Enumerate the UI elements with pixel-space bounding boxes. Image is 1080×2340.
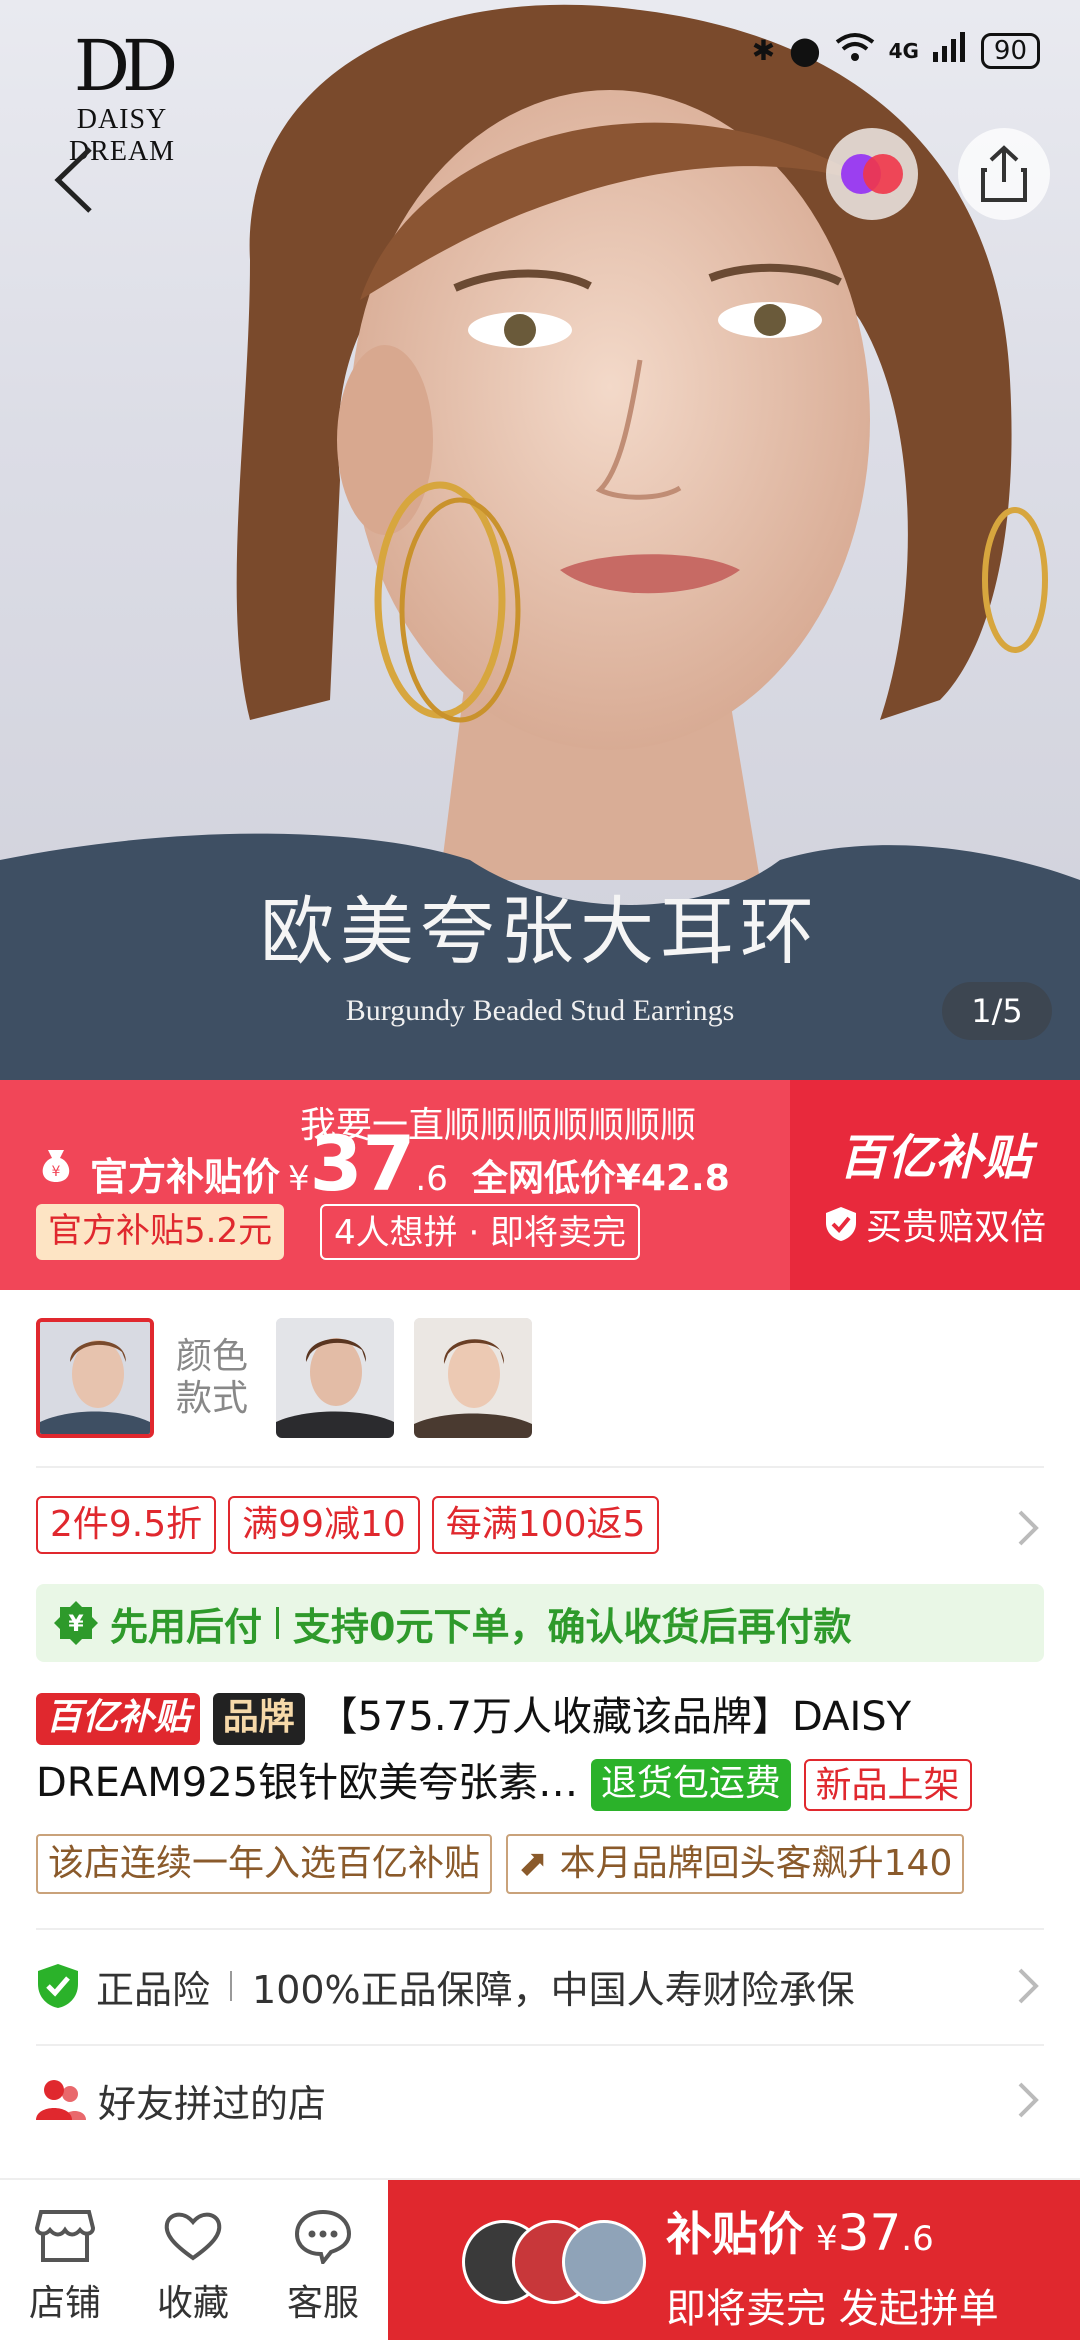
price-banner: 我要一直顺顺顺顺顺顺顺 ¥ 官方补贴价 ¥ 37 .6 全网低价¥42.8 官方…	[0, 1080, 1080, 1290]
share-button[interactable]	[958, 128, 1050, 220]
badge-yen-icon: ¥	[54, 1601, 98, 1645]
subsidy-amount-tag: 官方补贴5.2元	[36, 1204, 285, 1260]
share-icon	[981, 145, 1027, 202]
brand-logo: DD DAISY DREAM	[22, 25, 222, 167]
variant-thumb-3[interactable]	[414, 1318, 532, 1438]
overlap-circles-icon	[841, 154, 903, 194]
compare-price: 全网低价¥42.8	[471, 1158, 730, 1199]
variant-thumb-1[interactable]	[36, 1318, 154, 1438]
favorite-button[interactable]: 收藏	[138, 2208, 248, 2326]
divider	[36, 1928, 1044, 1930]
shield-check-icon	[38, 1964, 78, 2008]
avatar	[562, 2220, 646, 2304]
pay-later-banner[interactable]: ¥ 先用后付 支持0元下单，确认收货后再付款	[36, 1584, 1044, 1662]
promo-tag: 每满100返5	[431, 1496, 660, 1554]
back-button[interactable]	[28, 134, 120, 226]
hero-title: 欧美夸张大耳环	[260, 889, 820, 975]
separator	[276, 1607, 280, 1639]
bluetooth-icon: ✱	[751, 34, 776, 67]
money-bag-icon: ¥	[42, 1150, 70, 1182]
chevron-left-icon	[54, 147, 92, 213]
variant-thumb-2[interactable]	[276, 1318, 394, 1438]
bottom-action-bar: 店铺 收藏 客服 补贴价 ¥ 37 .6 即将卖完 发起拼单	[0, 2178, 1080, 2340]
cta-price-label: 补贴价	[666, 2207, 804, 2261]
free-return-badge: 退货包运费	[590, 1759, 791, 1811]
friends-icon	[36, 2080, 86, 2120]
price-label: 官方补贴价	[90, 1155, 281, 1199]
promo-tag: 2件9.5折	[36, 1496, 217, 1554]
start-group-buy-button[interactable]: 补贴价 ¥ 37 .6 即将卖完 发起拼单	[388, 2180, 1080, 2340]
billion-subsidy-badge: 百亿补贴	[36, 1693, 201, 1745]
product-image-carousel[interactable]: DD DAISY DREAM ✱ ⬤ 4G 90 欧美夸张大耳环 Burgund…	[0, 0, 1080, 1080]
chevron-right-icon[interactable]	[1016, 1508, 1040, 1548]
pay-later-title: 先用后付	[110, 1604, 263, 1649]
chevron-right-icon[interactable]	[1016, 2080, 1040, 2120]
status-bar: ✱ ⬤ 4G 90	[752, 32, 1040, 69]
cta-price-decimal: .6	[901, 2219, 934, 2259]
group-avatars	[462, 2220, 646, 2304]
svg-text:¥: ¥	[52, 1164, 61, 1180]
insurance-title: 正品险	[96, 1967, 211, 2012]
promo-tags[interactable]: 2件9.5折 满99减10 每满100返5	[36, 1496, 660, 1554]
group-buy-button[interactable]	[826, 128, 918, 220]
variant-label-line1: 颜色	[176, 1336, 249, 1377]
trend-up-icon: ⬈	[518, 1843, 549, 1884]
price-currency: ¥	[288, 1159, 310, 1199]
divider	[36, 1466, 1044, 1468]
variant-label-line2: 款式	[176, 1378, 249, 1419]
brand-badge: 品牌	[212, 1693, 305, 1745]
divider	[36, 2044, 1044, 2046]
heart-icon	[164, 2212, 222, 2261]
brand-monogram: DD	[73, 25, 178, 107]
price-decimal: .6	[415, 1159, 448, 1199]
hero-subtitle: Burgundy Beaded Stud Earrings	[345, 994, 735, 1027]
honor-tag-text: 本月品牌回头客飙升140	[559, 1843, 953, 1884]
double-guarantee-label: 买贵赔双倍	[865, 1207, 1046, 1248]
network-label: 4G	[888, 38, 919, 63]
signal-icon	[932, 32, 967, 69]
shield-check-icon	[825, 1207, 856, 1241]
variant-label: 颜色 款式	[176, 1336, 248, 1420]
promo-tag: 满99减10	[228, 1496, 420, 1554]
insurance-text: 100%正品保障，中国人寿财险承保	[252, 1967, 855, 2012]
double-guarantee: 买贵赔双倍	[790, 1198, 1080, 1250]
authenticity-insurance-row[interactable]: 正品险 100%正品保障，中国人寿财险承保	[36, 1946, 1044, 2026]
product-title: 百亿补贴 品牌 【575.7万人收藏该品牌】DAISY DREAM925银针欧美…	[36, 1684, 1066, 1816]
location-icon: ⬤	[789, 34, 821, 67]
subsidy-price: ¥ 官方补贴价 ¥ 37 .6 全网低价¥42.8	[34, 1126, 730, 1202]
cta-price: 补贴价 ¥ 37 .6	[666, 2198, 934, 2264]
friends-store-text: 好友拼过的店	[98, 2081, 327, 2126]
favorite-label: 收藏	[156, 2283, 229, 2324]
honor-tag: 该店连续一年入选百亿补贴	[36, 1834, 493, 1894]
friends-store-row[interactable]: 好友拼过的店	[36, 2060, 1044, 2140]
product-page: DD DAISY DREAM ✱ ⬤ 4G 90 欧美夸张大耳环 Burgund…	[0, 0, 1080, 2340]
battery-indicator: 90	[980, 32, 1040, 69]
store-icon	[35, 2210, 95, 2262]
svg-text:¥: ¥	[68, 1612, 84, 1637]
cta-price-integer: 37	[837, 2204, 902, 2262]
shop-button[interactable]: 店铺	[10, 2208, 120, 2326]
billion-subsidy-title: 百亿补贴	[838, 1130, 1031, 1186]
pay-later-text: 支持0元下单，确认收货后再付款	[293, 1604, 852, 1649]
wifi-icon	[835, 32, 875, 69]
shop-label: 店铺	[28, 2283, 101, 2324]
honor-tag-trend: ⬈ 本月品牌回头客飙升140	[506, 1834, 965, 1894]
variant-selector: 颜色 款式	[0, 1318, 1080, 1440]
store-honors: 该店连续一年入选百亿补贴 ⬈ 本月品牌回头客飙升140	[36, 1834, 965, 1894]
cta-subtitle: 即将卖完 发起拼单	[666, 2286, 999, 2332]
service-label: 客服	[286, 2283, 359, 2324]
chat-bubble-icon	[294, 2209, 352, 2264]
group-status-tag: 4人想拼 · 即将卖完	[320, 1204, 641, 1260]
new-arrival-badge: 新品上架	[803, 1759, 972, 1811]
separator	[230, 1971, 233, 2001]
chevron-right-icon[interactable]	[1016, 1966, 1040, 2006]
image-counter: 1/5	[942, 982, 1052, 1040]
cta-currency: ¥	[816, 2219, 838, 2259]
price-integer: 37	[309, 1119, 416, 1208]
customer-service-button[interactable]: 客服	[268, 2208, 378, 2326]
